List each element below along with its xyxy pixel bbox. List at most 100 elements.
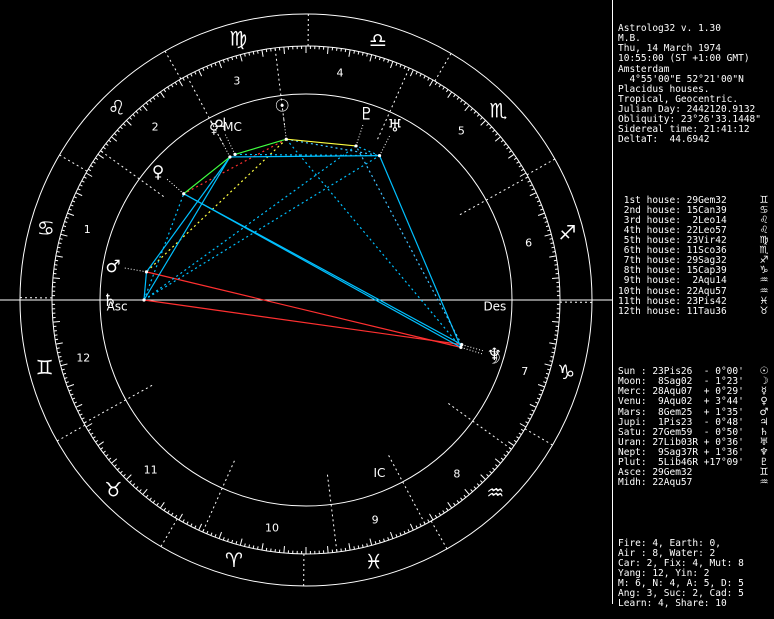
degree-tick (404, 66, 405, 69)
degree-tick (106, 144, 108, 146)
degree-tick (258, 546, 259, 549)
degree-tick (101, 448, 103, 450)
degree-tick (76, 193, 82, 196)
degree-tick (461, 100, 463, 102)
asc-label: Asc (107, 300, 128, 314)
degree-tick (420, 524, 421, 527)
degree-tick (547, 369, 550, 370)
sign-glyph-icon: ♓ (365, 549, 383, 573)
degree-tick (545, 364, 552, 366)
degree-tick (416, 72, 417, 75)
house-cusp-line (327, 475, 337, 552)
sign-glyph-icon: ♈ (225, 548, 243, 572)
degree-tick (481, 475, 486, 480)
degree-tick (215, 63, 216, 66)
sign-glyph-icon: ♌ (108, 96, 126, 120)
degree-tick (59, 356, 62, 357)
degree-tick (474, 111, 476, 113)
degree-tick (410, 524, 413, 530)
degree-tick (195, 72, 196, 75)
degree-tick (258, 51, 259, 54)
degree-tick (93, 162, 96, 164)
venus-pointer (167, 179, 184, 193)
degree-tick (171, 513, 173, 516)
sign-glyph-icon: ♍ (229, 27, 247, 51)
degree-tick (120, 127, 122, 129)
house-cusp-text: 12th house: 11Tau36 (618, 307, 727, 317)
degree-tick (236, 541, 237, 544)
aspect-line (146, 272, 460, 347)
degree-tick (495, 137, 500, 141)
degree-tick (362, 53, 363, 56)
degree-tick (88, 169, 91, 171)
sign-glyph-icon: ♒ (486, 480, 504, 504)
info-panel: Astrolog32 v. 1.30M.B.Thu, 14 March 1974… (618, 4, 770, 619)
aspect-line (144, 146, 356, 300)
degree-tick (538, 384, 545, 386)
degree-tick (362, 545, 363, 548)
uranus-pointer (380, 136, 390, 156)
degree-tick (199, 524, 202, 530)
degree-tick (552, 322, 559, 323)
degree-tick (430, 80, 434, 86)
degree-tick (153, 97, 155, 99)
degree-tick (106, 455, 108, 457)
degree-tick (53, 322, 60, 323)
degree-tick (114, 465, 116, 467)
degree-tick (430, 514, 434, 520)
sign-boundary (431, 521, 447, 549)
degree-tick (349, 543, 350, 550)
sign-glyph-icon: ♎ (369, 28, 387, 52)
sign-glyph-icon: ♑ (557, 360, 575, 384)
degree-tick (464, 103, 466, 105)
degree-tick (549, 343, 556, 344)
degree-tick (160, 502, 164, 508)
degree-tick (76, 404, 82, 407)
degree-tick (396, 63, 397, 66)
degree-tick (410, 70, 413, 76)
degree-tick (367, 54, 368, 57)
degree-tick (545, 234, 552, 236)
degree-tick (547, 230, 550, 231)
degree-tick (146, 103, 148, 105)
degree-tick (153, 500, 155, 502)
degree-tick (517, 162, 520, 164)
degree-tick (508, 154, 514, 158)
degree-tick (443, 87, 445, 90)
sign-boundary (57, 425, 85, 441)
degree-tick (62, 230, 65, 231)
degree-tick (480, 117, 482, 119)
degree-tick (528, 181, 531, 182)
sign-boundary (161, 519, 177, 547)
degree-tick (86, 173, 92, 177)
planet-markers (122, 117, 483, 353)
degree-tick (408, 529, 409, 532)
degree-tick (58, 247, 61, 248)
degree-tick (80, 414, 83, 415)
degree-tick (126, 475, 131, 480)
degree-tick (139, 489, 141, 491)
degree-tick (465, 489, 469, 494)
degree-tick (111, 137, 116, 141)
degree-tick (240, 55, 242, 62)
degree-tick (552, 247, 555, 248)
degree-tick (98, 154, 104, 158)
degree-tick (95, 158, 97, 160)
degree-tick (384, 58, 385, 61)
degree-tick (538, 213, 545, 215)
degree-tick (549, 256, 556, 257)
degree-tick (240, 539, 242, 546)
degree-tick (91, 165, 94, 167)
degree-tick (219, 61, 221, 68)
degree-tick (109, 458, 111, 460)
sign-glyph-icon: ♏ (490, 99, 508, 123)
degree-tick (91, 433, 94, 435)
degree-tick (223, 60, 224, 63)
degree-tick (284, 47, 285, 54)
degree-tick (219, 532, 221, 539)
degree-tick (195, 526, 196, 529)
aspect-line (184, 139, 287, 194)
ic-label: IC (373, 466, 385, 480)
degree-tick (495, 465, 497, 467)
aspect-line (144, 300, 462, 345)
